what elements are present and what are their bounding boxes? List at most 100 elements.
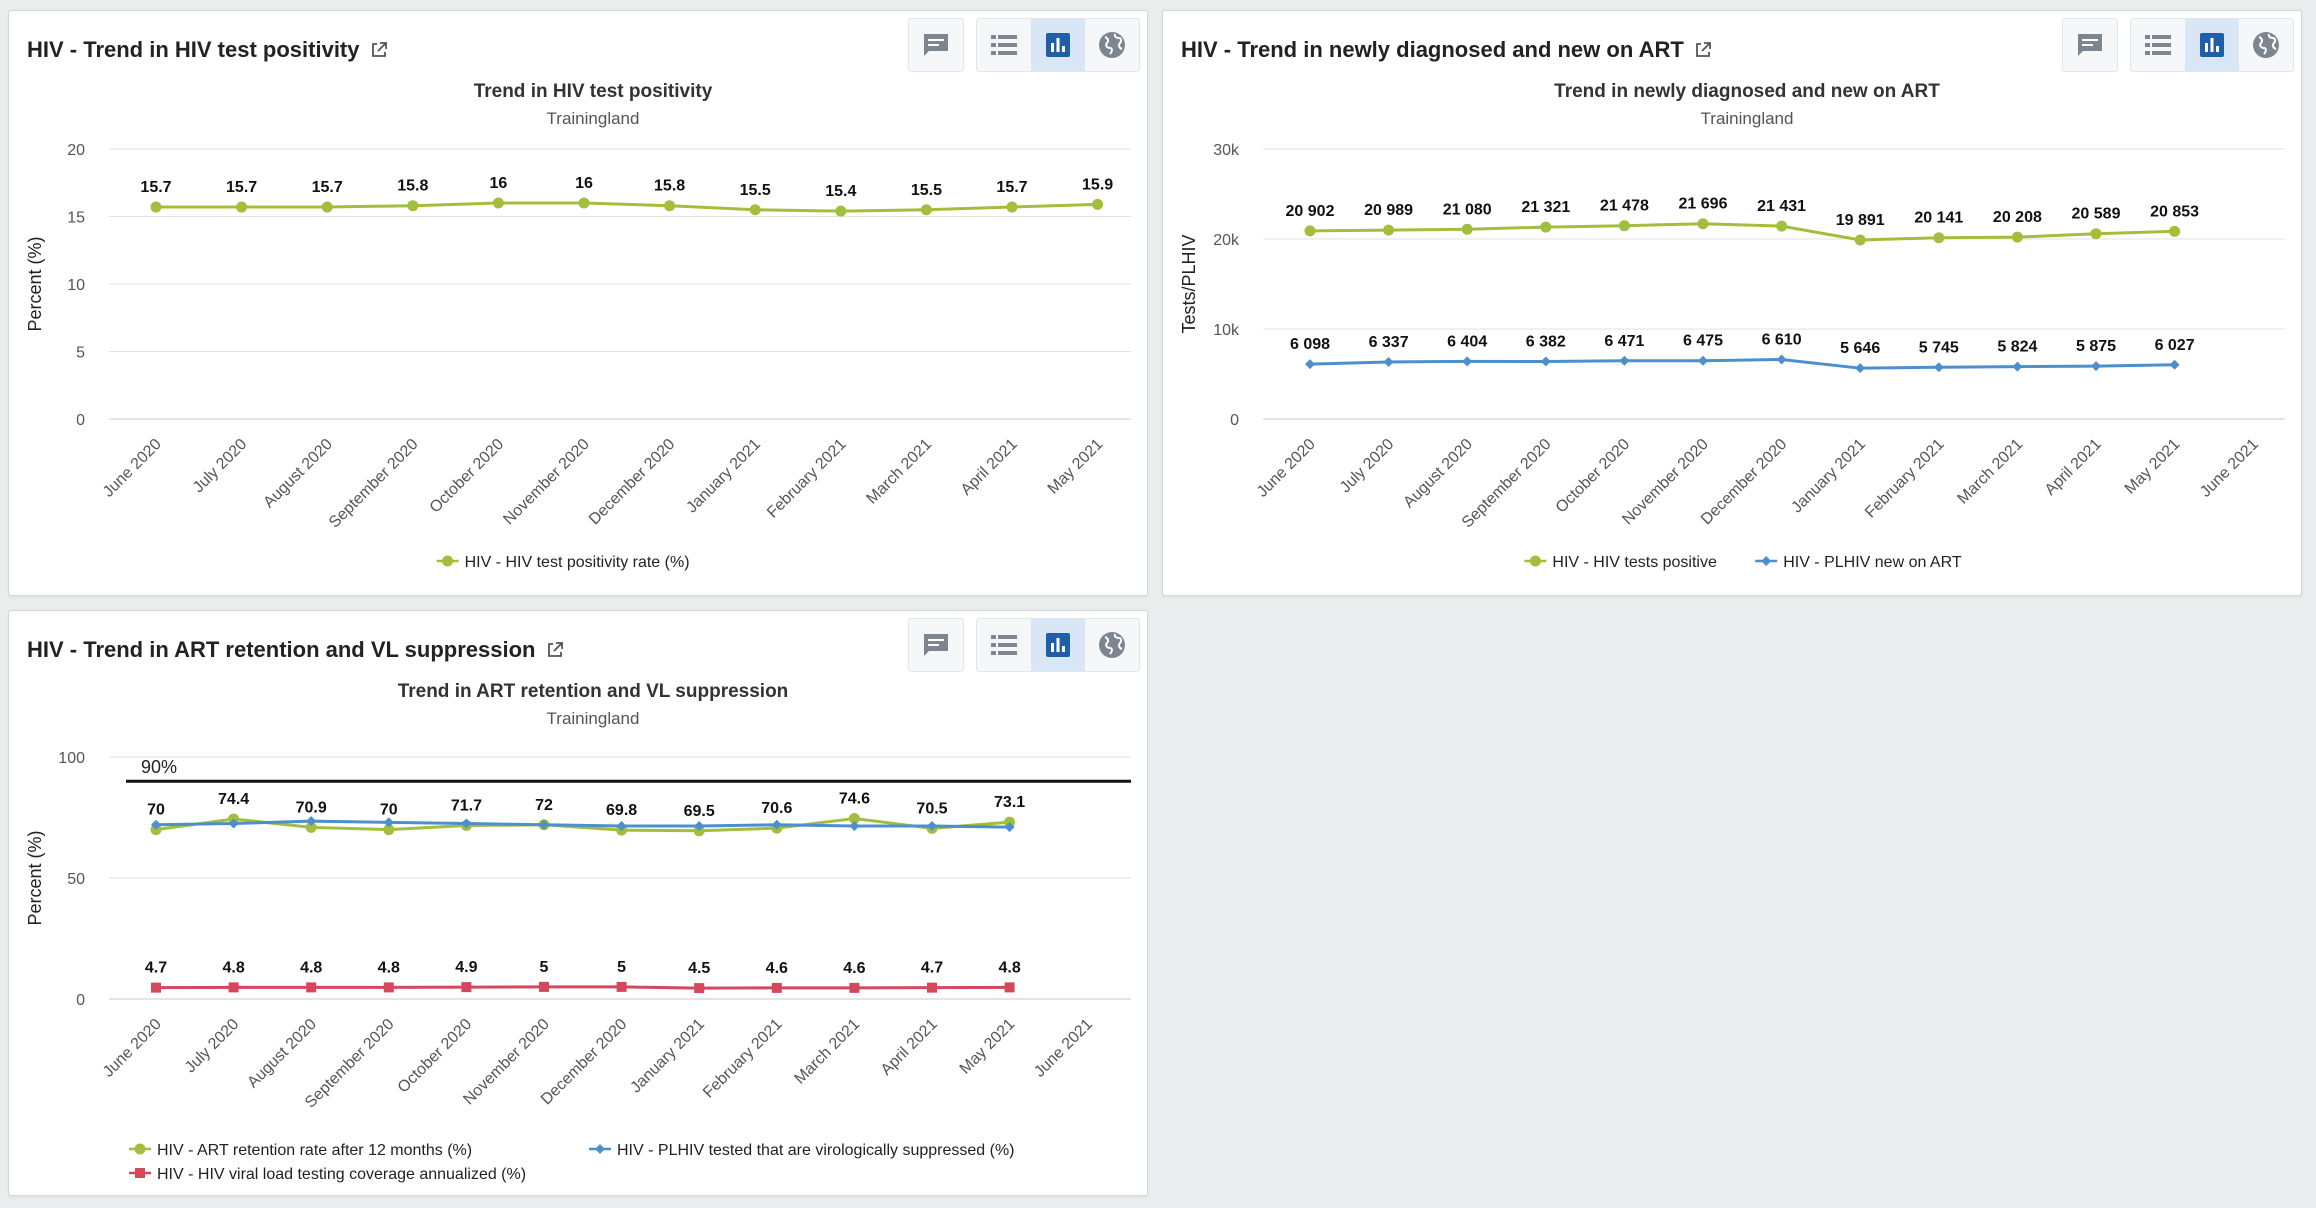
data-point — [1776, 354, 1787, 365]
x-tick-label: February 2021 — [1862, 436, 1948, 522]
y-tick-label: 0 — [76, 992, 85, 1009]
data-point — [616, 981, 627, 992]
data-point — [1383, 224, 1395, 236]
data-label: 71.7 — [451, 797, 482, 814]
y-tick-label: 5 — [76, 345, 85, 362]
data-point — [236, 201, 248, 213]
data-point — [306, 982, 317, 993]
data-point — [150, 201, 162, 213]
data-label: 5 745 — [1919, 339, 1959, 356]
legend-marker — [595, 1144, 605, 1154]
x-tick-label: January 2021 — [1788, 436, 1869, 517]
x-tick-label: October 2020 — [1553, 436, 1634, 517]
legend-marker — [135, 1168, 145, 1178]
x-tick-label: July 2020 — [1337, 436, 1398, 497]
series-line — [1309, 358, 2175, 370]
series-line — [155, 985, 1010, 990]
data-point — [1933, 232, 1945, 244]
x-tick-label: February 2021 — [700, 1016, 786, 1102]
x-tick-label: October 2020 — [395, 1016, 476, 1097]
data-label: 4.9 — [455, 959, 477, 976]
x-tick-label: April 2021 — [958, 436, 1021, 499]
x-tick-label: February 2021 — [764, 436, 850, 522]
data-point — [2091, 361, 2101, 372]
legend-label: HIV - PLHIV new on ART — [1783, 554, 1962, 571]
data-point — [1854, 234, 1866, 246]
data-point — [461, 982, 472, 993]
data-label: 4.6 — [843, 960, 865, 977]
x-tick-label: June 2020 — [100, 1016, 165, 1081]
data-label: 74.6 — [839, 790, 870, 807]
line-chart: Trend in HIV test positivity Trainingland… — [25, 81, 1131, 571]
x-tick-label: December 2020 — [586, 436, 679, 529]
data-label: 6 027 — [2155, 337, 2195, 354]
data-label: 20 208 — [1993, 209, 2042, 226]
legend-marker — [1529, 555, 1541, 567]
legend-label: HIV - PLHIV tested that are virologicall… — [617, 1142, 1015, 1159]
data-point — [383, 982, 394, 993]
data-point — [664, 200, 676, 212]
data-label: 4.8 — [222, 959, 244, 976]
data-point — [1619, 355, 1630, 366]
data-label: 4.8 — [300, 959, 322, 976]
x-tick-label: June 2021 — [2197, 436, 2262, 501]
y-tick-label: 10 — [67, 277, 85, 294]
data-point — [920, 204, 932, 216]
y-tick-label: 100 — [58, 750, 85, 767]
data-label: 4.8 — [378, 959, 400, 976]
data-point — [492, 197, 504, 209]
x-tick-label: July 2020 — [182, 1016, 243, 1077]
data-point — [1697, 218, 1709, 230]
data-label: 74.4 — [218, 791, 249, 808]
data-label: 15.7 — [996, 179, 1027, 196]
x-tick-label: May 2021 — [957, 1016, 1019, 1078]
data-label: 6 098 — [1290, 336, 1330, 353]
x-tick-label: April 2021 — [878, 1016, 941, 1079]
dashboard-item-art-retention-vl: HIV - Trend in ART retention and VL supp… — [8, 610, 1148, 1196]
data-label: 15.7 — [312, 179, 343, 196]
data-point — [1776, 220, 1788, 232]
data-point — [2169, 225, 2181, 237]
data-point — [2011, 231, 2023, 243]
data-point — [1461, 223, 1473, 235]
chart-title: Trend in newly diagnosed and new on ART — [1554, 81, 1940, 102]
data-label: 6 337 — [1369, 334, 1409, 351]
data-point — [151, 982, 161, 993]
data-label: 72 — [535, 797, 553, 814]
legend-marker — [442, 555, 454, 567]
data-label: 4.5 — [688, 960, 710, 977]
data-point — [1006, 201, 1018, 213]
data-point — [578, 197, 590, 209]
x-tick-label: January 2021 — [683, 436, 764, 517]
x-tick-label: August 2020 — [260, 436, 336, 512]
data-point — [1698, 355, 1708, 366]
data-label: 5 — [540, 959, 549, 976]
data-label: 15.5 — [740, 182, 771, 199]
chart-title: Trend in ART retention and VL suppressio… — [398, 681, 789, 702]
data-label: 5 824 — [1997, 339, 2037, 356]
y-tick-label: 20k — [1213, 232, 1240, 249]
x-tick-label: May 2021 — [1045, 436, 1107, 498]
data-point — [1933, 362, 1944, 373]
data-point — [539, 981, 549, 992]
data-label: 6 471 — [1604, 333, 1644, 350]
chart-subtitle: Trainingland — [547, 709, 640, 728]
legend-label: HIV - HIV test positivity rate (%) — [465, 554, 690, 571]
data-label: 15.8 — [654, 178, 685, 195]
data-point — [1855, 363, 1866, 374]
line-chart: Trend in newly diagnosed and new on ART T… — [1179, 81, 2285, 571]
legend-label: HIV - HIV tests positive — [1552, 554, 1717, 571]
x-tick-label: April 2021 — [2042, 436, 2105, 499]
x-tick-label: July 2020 — [190, 436, 251, 497]
data-label: 5 875 — [2076, 338, 2116, 355]
data-label: 19 891 — [1836, 212, 1885, 229]
data-label: 69.5 — [684, 803, 715, 820]
x-tick-label: October 2020 — [427, 436, 508, 517]
dashboard-item-newly-diagnosed-art: HIV - Trend in newly diagnosed and new o… — [1162, 10, 2302, 596]
data-label: 20 989 — [1364, 202, 1413, 219]
data-label: 4.7 — [145, 960, 167, 977]
data-point — [1304, 225, 1316, 237]
legend-marker — [134, 1143, 146, 1155]
data-label: 6 404 — [1447, 333, 1487, 350]
legend-marker — [1761, 556, 1772, 566]
